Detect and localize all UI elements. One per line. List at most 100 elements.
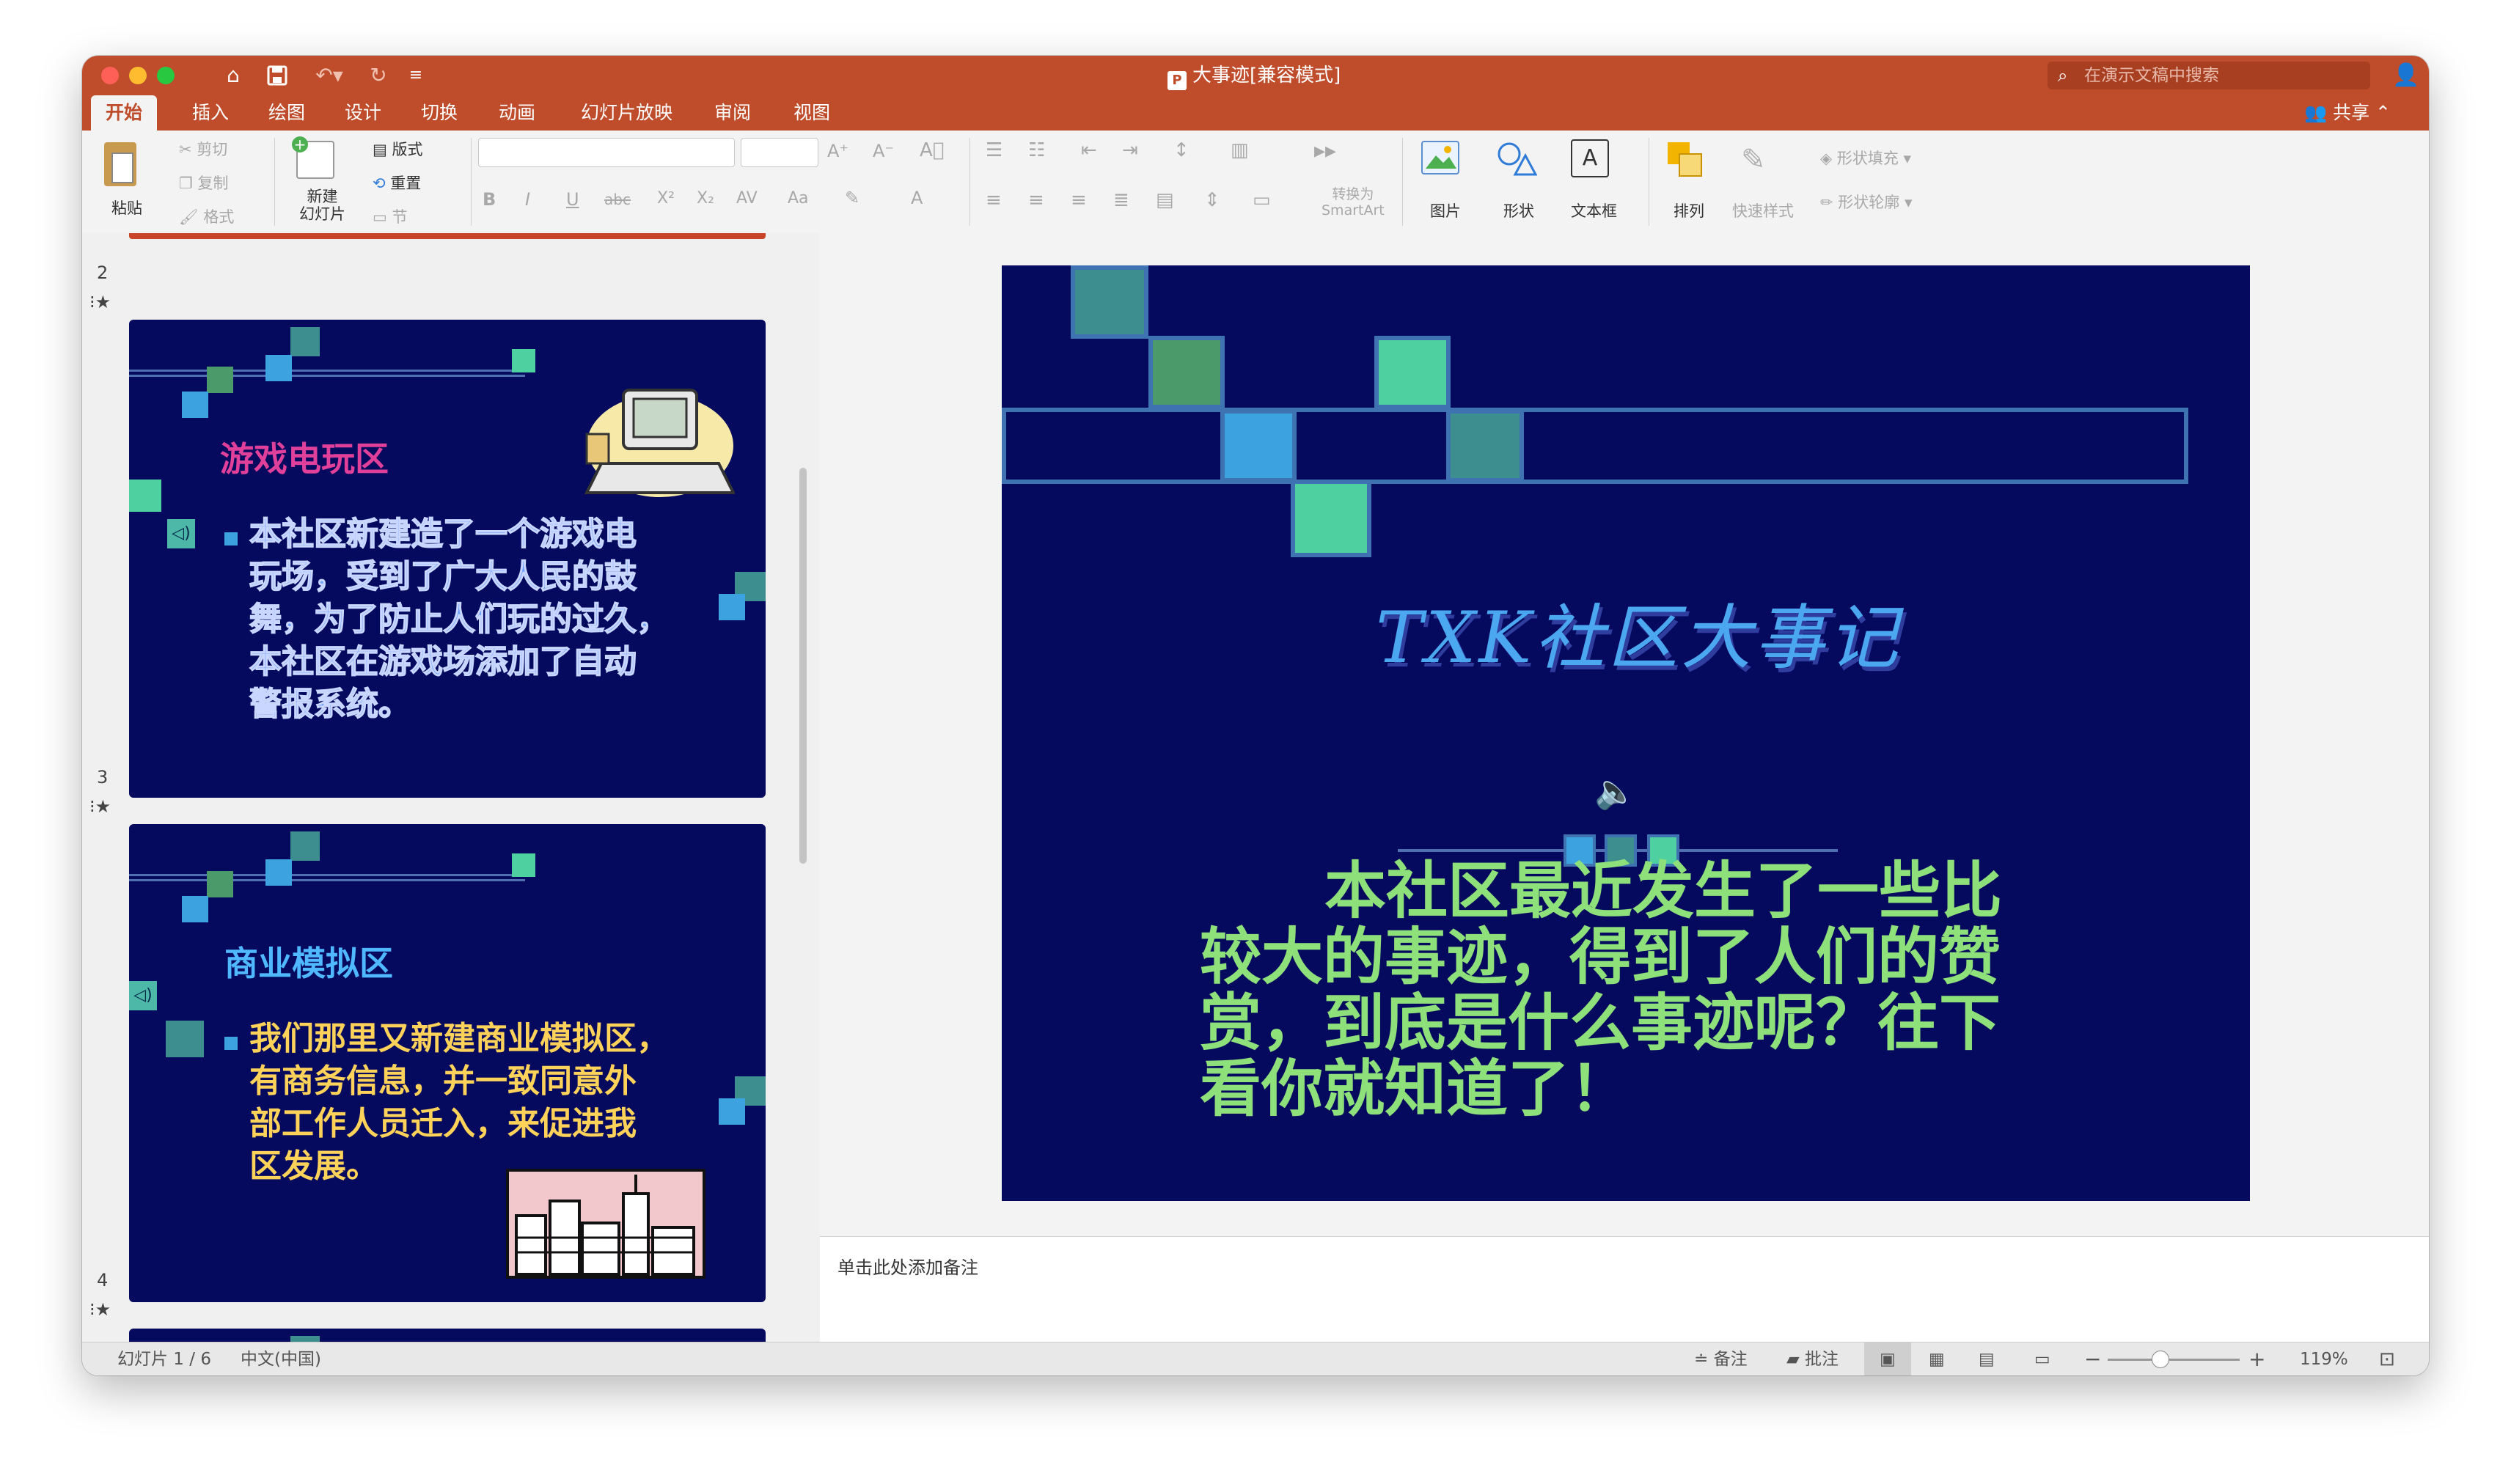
zoom-level[interactable]: 119% [2300,1342,2348,1375]
distributed-icon[interactable]: ▤ [1156,189,1174,211]
arrange-icon[interactable] [1666,141,1704,179]
animation-star-icon: ⁝★ [89,292,111,312]
italic-button[interactable]: I [525,189,530,210]
line-spacing-icon[interactable]: ↕ [1173,139,1189,161]
speaker-icon[interactable]: 🔈 [1594,773,1636,809]
close-window-button[interactable] [101,67,119,84]
quick-styles-icon[interactable]: ✎ [1741,141,1779,179]
slide-body[interactable]: 本社区最近发生了一些比较大的事迹，得到了人们的赞赏，到底是什么事迹呢？往下看你就… [1200,858,2043,1122]
convert-smartart-button[interactable]: 转换为 SmartArt [1322,186,1385,218]
bullets-icon[interactable]: ☰ [986,139,1002,161]
columns-icon[interactable]: ▥ [1231,139,1249,161]
tab-animations[interactable]: 动画 [484,95,550,131]
tab-transitions[interactable]: 切换 [406,95,472,131]
decor-square [290,1336,320,1342]
shape-outline-button[interactable]: ✏ 形状轮廓 ▾ [1820,191,1913,213]
justify-icon[interactable]: ≣ [1113,189,1129,211]
slide-1-thumbnail-edge[interactable] [129,233,766,239]
decrease-indent-icon[interactable]: ⇤ [1081,139,1097,161]
fit-to-window-icon[interactable]: ⊡ [2379,1342,2395,1375]
increase-indent-icon[interactable]: ⇥ [1122,139,1138,161]
speaker-icon: ◁) [129,981,157,1010]
zoom-out-icon[interactable]: − [2084,1342,2101,1375]
save-icon[interactable] [263,62,292,89]
align-left-icon[interactable]: ≡ [986,189,1002,211]
picture-button[interactable]: 图片 [1430,199,1461,221]
minimize-window-button[interactable] [129,67,147,84]
slide-sorter-icon[interactable]: ▦ [1929,1342,1945,1375]
undo-icon[interactable]: ↶▾ [311,62,348,89]
shapes-icon[interactable] [1496,141,1538,177]
section-button[interactable]: ▭ 节 [373,205,408,227]
cut-button[interactable]: ✂ 剪切 [179,138,227,160]
new-slide-icon[interactable]: + [292,136,334,179]
thumbnail-scrollbar[interactable] [799,468,807,864]
textbox-button[interactable]: 文本框 [1571,199,1617,221]
font-color-button[interactable]: A [911,188,923,208]
redo-icon[interactable]: ↻ [364,62,393,89]
language-indicator[interactable]: 中文(中国) [241,1342,321,1375]
tab-review[interactable]: 审阅 [700,95,766,131]
subscript-button[interactable]: X₂ [697,189,714,207]
new-slide-button[interactable]: 新建 幻灯片 [299,188,345,223]
tab-view[interactable]: 视图 [779,95,845,131]
notes-toggle-button[interactable]: ≐ 备注 [1694,1342,1748,1375]
slide-title[interactable]: TXK社区大事记 [1376,581,1901,683]
slide-thumbnail[interactable] [129,1329,766,1342]
font-family-combo[interactable] [478,138,735,167]
normal-view-icon[interactable]: ▣ [1864,1342,1911,1375]
text-direction-icon[interactable]: ⇕ [1204,189,1220,211]
format-painter-button[interactable]: 🖌 格式 [179,205,234,227]
paste-icon[interactable] [104,142,136,186]
picture-icon[interactable] [1421,141,1459,175]
customize-toolbar-icon[interactable]: ≡ [405,62,427,89]
tab-draw[interactable]: 绘图 [254,95,320,131]
smartart-icon[interactable]: ▸▸ [1314,138,1336,164]
numbering-icon[interactable]: ☷ [1028,139,1045,161]
main-slide[interactable]: TXK社区大事记 🔈 本社区最近发生了一些比较大的事迹，得到了人们的赞赏，到底是… [1002,265,2250,1201]
tab-slideshow[interactable]: 幻灯片放映 [566,95,687,131]
strikethrough-button[interactable]: abc [604,191,631,208]
comments-toggle-button[interactable]: ▰ 批注 [1786,1342,1839,1375]
tab-home[interactable]: 开始 [91,95,158,131]
zoom-window-button[interactable] [157,67,175,84]
clear-formatting-icon[interactable]: A⃠ [920,139,944,161]
change-case-button[interactable]: Aa [788,189,809,207]
home-icon[interactable]: ⌂ [219,62,248,89]
quick-styles-button[interactable]: 快速样式 [1732,199,1794,221]
document-title: P 大事迹[兼容模式] [1167,56,1341,95]
align-center-icon[interactable]: ≡ [1028,189,1044,211]
slide-thumbnail[interactable]: ◁) 游戏电玩区 本社区新建造了一个游戏电 玩场，受到了广大人民的鼓 舞，为了防… [129,320,766,798]
copy-button[interactable]: ❐ 复制 [179,172,229,194]
highlight-icon[interactable]: ✎ [845,188,859,208]
underline-button[interactable]: U [566,189,579,210]
slideshow-view-icon[interactable]: ▭ [2034,1342,2050,1375]
zoom-slider-track[interactable] [2108,1351,2240,1368]
slide-thumbnail[interactable]: ◁) 商业模拟区 我们那里又新建商业模拟区， 有商务信息，并一致同意外 部工作人… [129,824,766,1302]
zoom-slider-handle[interactable] [2152,1351,2169,1368]
share-button[interactable]: 👥 共享 ⌃ [2304,95,2391,131]
decrease-font-size-icon[interactable]: A⁻ [873,141,894,161]
superscript-button[interactable]: X² [657,189,675,207]
align-right-icon[interactable]: ≡ [1071,189,1087,211]
font-size-combo[interactable] [741,138,818,167]
notes-pane[interactable]: 单击此处添加备注 [820,1236,2429,1342]
layout-button[interactable]: ▤ 版式 [373,138,423,160]
tab-design[interactable]: 设计 [330,95,396,131]
reset-button[interactable]: ⟲ 重置 [373,172,421,194]
paste-button[interactable]: 粘贴 [111,196,142,218]
textbox-icon[interactable]: A [1571,139,1609,177]
account-icon[interactable]: 👤 [2392,63,2419,88]
align-text-icon[interactable]: ▭ [1253,189,1271,211]
tab-insert[interactable]: 插入 [177,95,243,131]
arrange-button[interactable]: 排列 [1674,199,1704,221]
shape-button[interactable]: 形状 [1503,199,1534,221]
search-input[interactable]: ⌕ 在演示文稿中搜索 [2048,62,2370,89]
reading-view-icon[interactable]: ▤ [1979,1342,1995,1375]
character-spacing-button[interactable]: AV [736,189,758,207]
bold-button[interactable]: B [483,189,496,210]
increase-font-size-icon[interactable]: A⁺ [827,141,848,161]
zoom-in-icon[interactable]: + [2248,1342,2265,1375]
shape-fill-button[interactable]: ◈ 形状填充 ▾ [1820,147,1911,169]
decor-square [129,480,161,512]
